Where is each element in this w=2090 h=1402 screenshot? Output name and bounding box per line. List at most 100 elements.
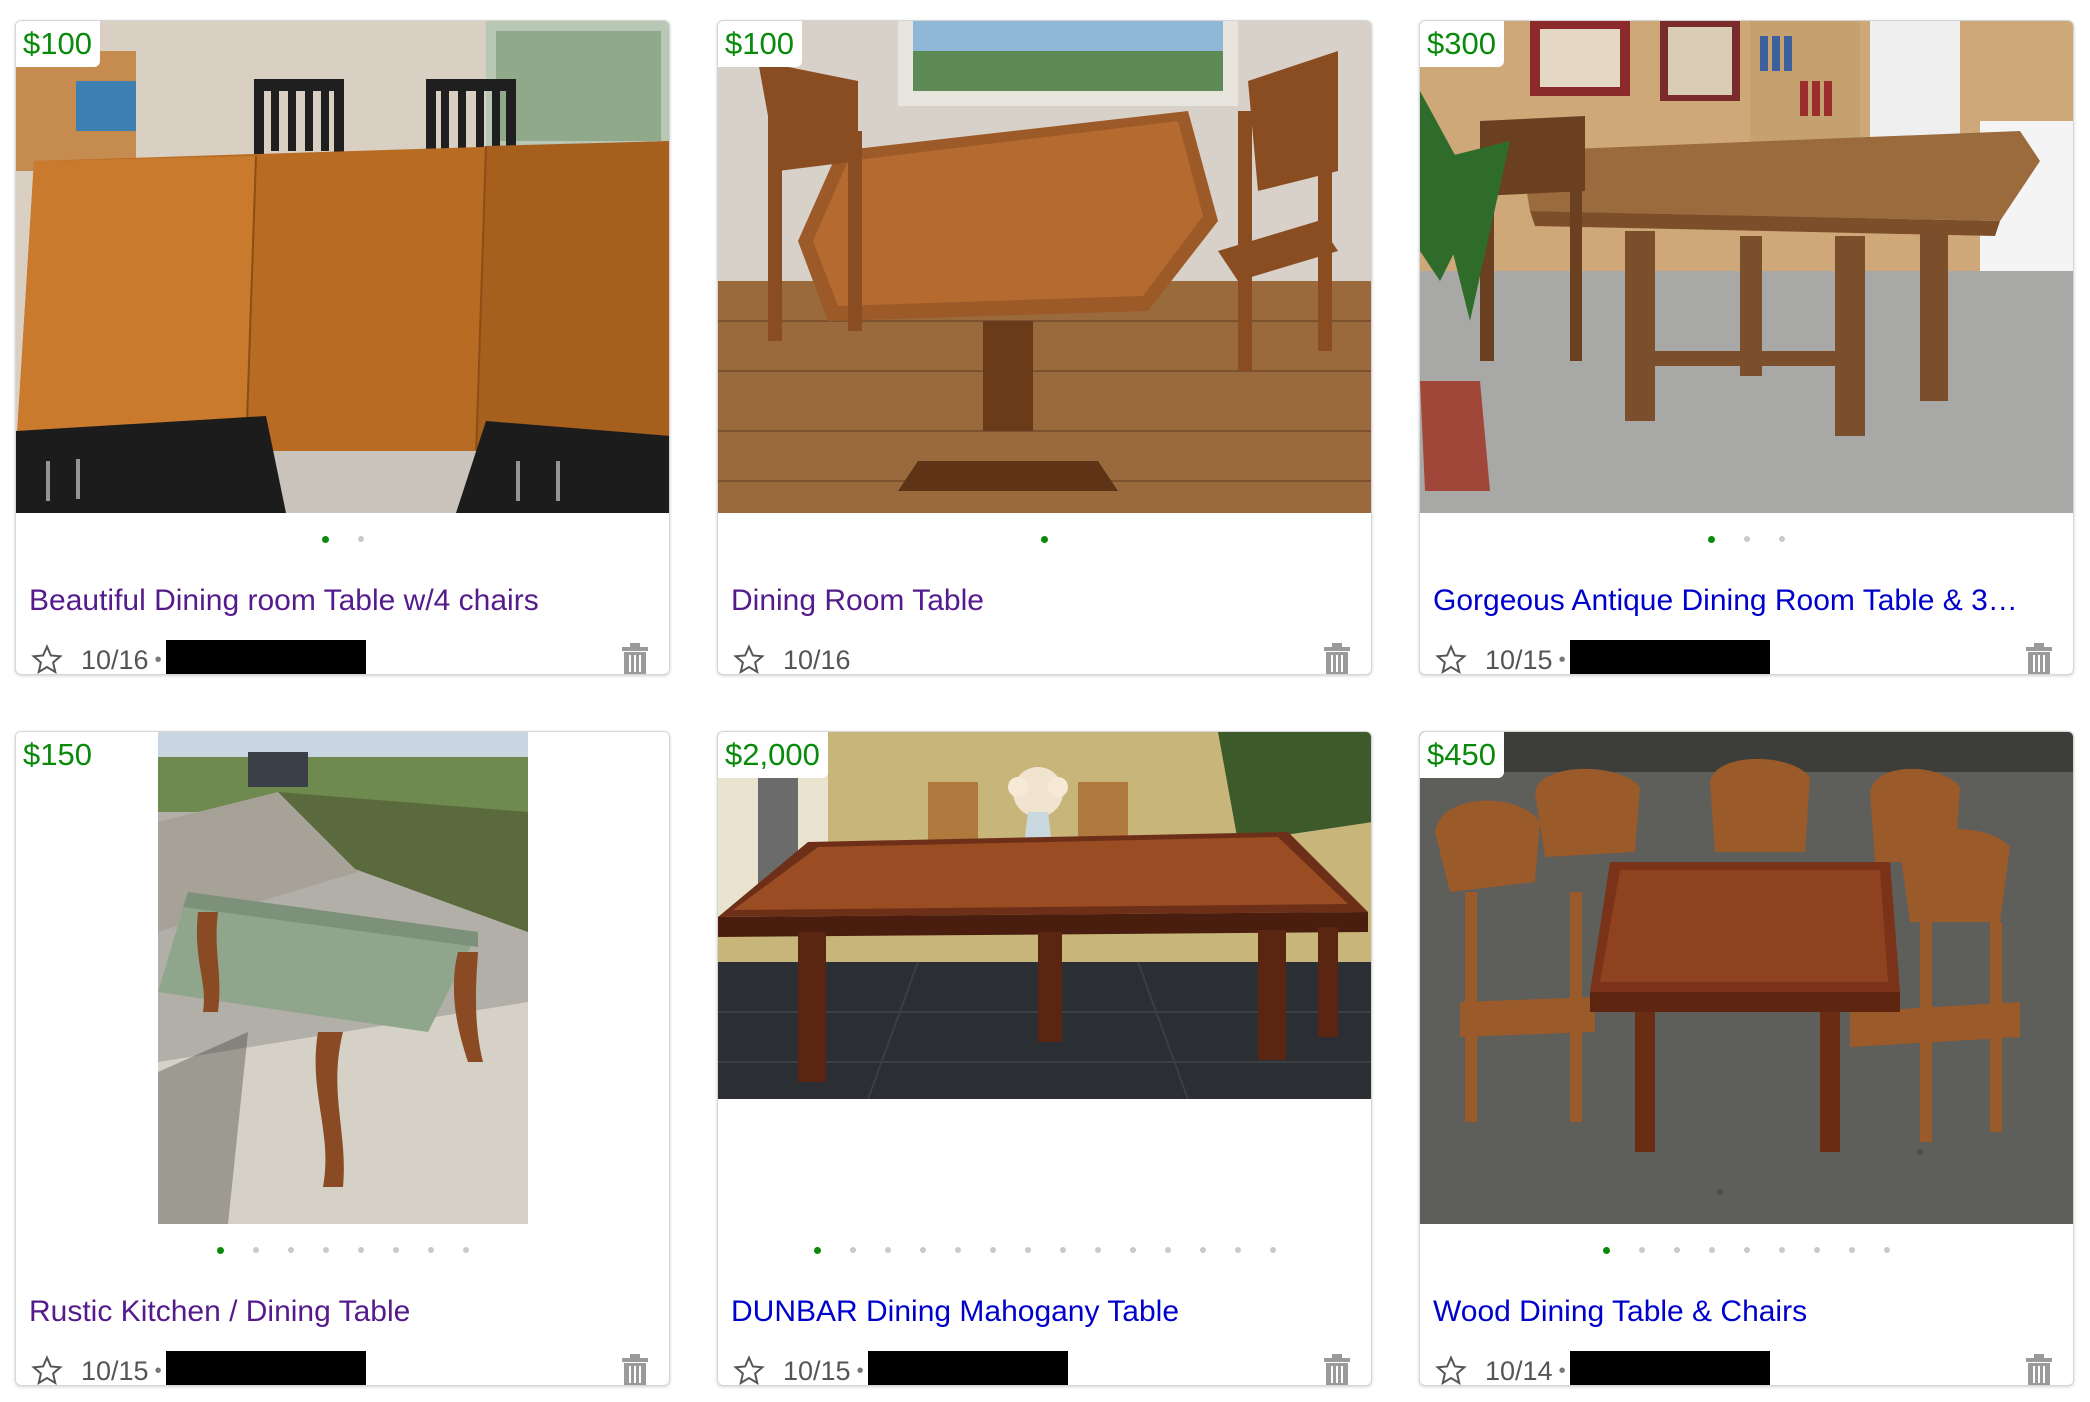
trash-icon[interactable] [2025, 643, 2053, 675]
carousel-dot[interactable] [1199, 1247, 1206, 1253]
meta-separator: • [856, 1359, 864, 1382]
price-badge: $150 [16, 732, 100, 778]
carousel-dot[interactable] [462, 1247, 469, 1253]
carousel-dot[interactable] [1603, 1246, 1610, 1254]
listing-photo[interactable] [718, 732, 1371, 1099]
redacted-location [1569, 1351, 1770, 1385]
carousel-dots [16, 531, 669, 547]
listing-photo[interactable] [1420, 21, 2073, 513]
carousel-dot[interactable] [1041, 535, 1048, 543]
carousel-dot[interactable] [1639, 1247, 1645, 1253]
carousel-dot[interactable] [1234, 1247, 1241, 1253]
listing-meta: 10/15 • [733, 1350, 1068, 1386]
carousel-dots [718, 531, 1371, 547]
listing-card[interactable]: $100 Dining Room Table 10/16 [717, 20, 1372, 675]
posted-date: 10/16 [783, 644, 851, 675]
carousel-dot[interactable] [1709, 1247, 1715, 1253]
carousel-dot[interactable] [1744, 536, 1750, 542]
star-outline-icon[interactable] [733, 644, 765, 675]
star-outline-icon[interactable] [1435, 644, 1467, 675]
trash-icon[interactable] [621, 1354, 649, 1386]
trash-icon[interactable] [1323, 1354, 1351, 1386]
listing-photo[interactable] [16, 21, 669, 513]
carousel-dot[interactable] [1779, 536, 1785, 542]
listing-gallery[interactable]: $450 [1420, 732, 2073, 1224]
carousel-dot[interactable] [1094, 1247, 1101, 1253]
listing-title-link[interactable]: DUNBAR Dining Mahogany Table [731, 1294, 1358, 1330]
carousel-dot[interactable] [322, 1247, 329, 1253]
carousel-dot[interactable] [287, 1247, 294, 1253]
star-outline-icon[interactable] [31, 1355, 63, 1386]
listing-gallery[interactable]: $100 [718, 21, 1371, 513]
listing-card[interactable]: $150 Rustic Kitchen / Dining Table 10/15… [15, 731, 670, 1386]
carousel-dot[interactable] [954, 1247, 961, 1253]
carousel-dots [16, 1242, 669, 1258]
listing-photo[interactable] [158, 732, 528, 1224]
listing-photo[interactable] [1420, 732, 2073, 1224]
carousel-dot[interactable] [1884, 1247, 1890, 1253]
listing-gallery[interactable]: $300 [1420, 21, 2073, 513]
posted-date: 10/15 [1485, 644, 1553, 675]
listing-gallery[interactable]: $2,000 [718, 732, 1371, 1224]
carousel-dot[interactable] [321, 535, 329, 543]
price-badge: $300 [1420, 21, 1504, 67]
listing-title-link[interactable]: Dining Room Table [731, 583, 1358, 619]
redacted-location [165, 640, 366, 674]
trash-icon[interactable] [621, 643, 649, 675]
carousel-dot[interactable] [1059, 1247, 1066, 1253]
carousel-dot[interactable] [1744, 1247, 1750, 1253]
listing-card[interactable]: $300 Gorgeous Antique Dining Room Table … [1419, 20, 2074, 675]
price-badge: $100 [718, 21, 802, 67]
listing-meta: 10/16 [733, 639, 851, 675]
listing-title-link[interactable]: Wood Dining Table & Chairs [1433, 1294, 2060, 1330]
carousel-dot[interactable] [813, 1246, 821, 1254]
listing-meta: 10/15 • [1435, 639, 1770, 675]
carousel-dot[interactable] [884, 1247, 891, 1253]
listing-title-link[interactable]: Beautiful Dining room Table w/4 chairs [29, 583, 656, 619]
listing-title-link[interactable]: Rustic Kitchen / Dining Table [29, 1294, 656, 1330]
listing-gallery[interactable]: $100 [16, 21, 669, 513]
carousel-dot[interactable] [427, 1247, 434, 1253]
meta-separator: • [1558, 1359, 1566, 1382]
redacted-location [1569, 640, 1770, 674]
carousel-dot[interactable] [919, 1247, 926, 1253]
star-outline-icon[interactable] [31, 644, 63, 675]
meta-separator: • [154, 1359, 162, 1382]
listing-card[interactable]: $450 Wood Dining Table & Chairs 10/14 • [1419, 731, 2074, 1386]
carousel-dot[interactable] [1814, 1247, 1820, 1253]
carousel-dot[interactable] [1164, 1247, 1171, 1253]
trash-icon[interactable] [1323, 643, 1351, 675]
price-badge: $450 [1420, 732, 1504, 778]
listing-meta: 10/14 • [1435, 1350, 1770, 1386]
listing-title-link[interactable]: Gorgeous Antique Dining Room Table & 3… [1433, 583, 2060, 619]
carousel-dot[interactable] [392, 1247, 399, 1253]
carousel-dot[interactable] [1849, 1247, 1855, 1253]
listing-gallery[interactable]: $150 [16, 732, 669, 1224]
carousel-dot[interactable] [216, 1246, 224, 1254]
redacted-location [165, 1351, 366, 1385]
listing-photo[interactable] [718, 21, 1371, 513]
redacted-location [867, 1351, 1068, 1385]
star-outline-icon[interactable] [1435, 1355, 1467, 1386]
price-badge: $2,000 [718, 732, 828, 778]
carousel-dot[interactable] [357, 1247, 364, 1253]
carousel-dot[interactable] [1674, 1247, 1680, 1253]
trash-icon[interactable] [2025, 1354, 2053, 1386]
carousel-dot[interactable] [989, 1247, 996, 1253]
listing-card[interactable]: $2,000 DUNBAR Dining Mahogany Table 10/1… [717, 731, 1372, 1386]
posted-date: 10/14 [1485, 1355, 1553, 1386]
carousel-dot[interactable] [1129, 1247, 1136, 1253]
meta-separator: • [154, 648, 162, 671]
star-outline-icon[interactable] [733, 1355, 765, 1386]
carousel-dot[interactable] [357, 536, 364, 542]
carousel-dot[interactable] [1269, 1247, 1276, 1253]
meta-separator: • [1558, 648, 1566, 671]
carousel-dots [1420, 1242, 2073, 1258]
posted-date: 10/15 [81, 1355, 149, 1386]
carousel-dot[interactable] [1024, 1247, 1031, 1253]
carousel-dot[interactable] [849, 1247, 856, 1253]
carousel-dot[interactable] [252, 1247, 259, 1253]
listing-card[interactable]: $100 Beautiful Dining room Table w/4 cha… [15, 20, 670, 675]
carousel-dot[interactable] [1779, 1247, 1785, 1253]
carousel-dot[interactable] [1708, 535, 1715, 543]
